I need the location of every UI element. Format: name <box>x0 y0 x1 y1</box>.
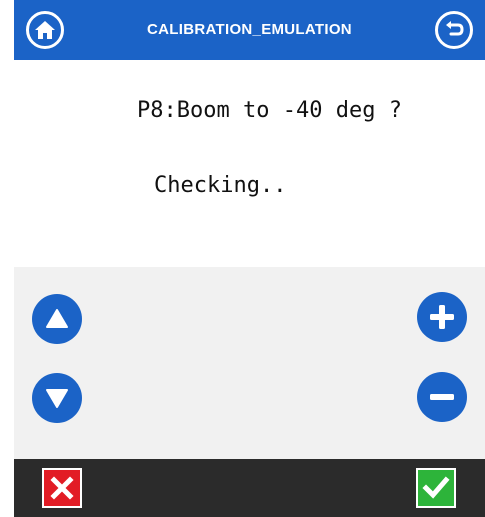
x-icon <box>50 476 74 500</box>
decrease-button[interactable] <box>417 372 467 422</box>
triangle-up-icon <box>46 309 68 328</box>
plus-icon <box>430 305 454 329</box>
message-panel: P8:Boom to -40 deg ? Checking.. <box>14 60 485 267</box>
check-icon <box>422 476 450 499</box>
confirm-button[interactable] <box>416 468 456 508</box>
left-edge <box>0 0 14 517</box>
back-button[interactable] <box>435 11 473 49</box>
down-button[interactable] <box>32 373 82 423</box>
header-bar: CALIBRATION_EMULATION <box>14 0 485 60</box>
footer-bar <box>14 459 485 517</box>
up-button[interactable] <box>32 294 82 344</box>
controls-panel <box>14 267 485 459</box>
calibration-prompt: P8:Boom to -40 deg ? <box>137 98 402 123</box>
increase-button[interactable] <box>417 292 467 342</box>
triangle-down-icon <box>46 389 68 408</box>
device-screen: CALIBRATION_EMULATION P8:Boom to -40 deg… <box>14 0 485 517</box>
page-title: CALIBRATION_EMULATION <box>147 21 352 38</box>
cancel-button[interactable] <box>42 468 82 508</box>
minus-icon <box>430 394 454 400</box>
status-text: Checking.. <box>154 173 287 198</box>
undo-arrow-icon <box>446 21 464 36</box>
